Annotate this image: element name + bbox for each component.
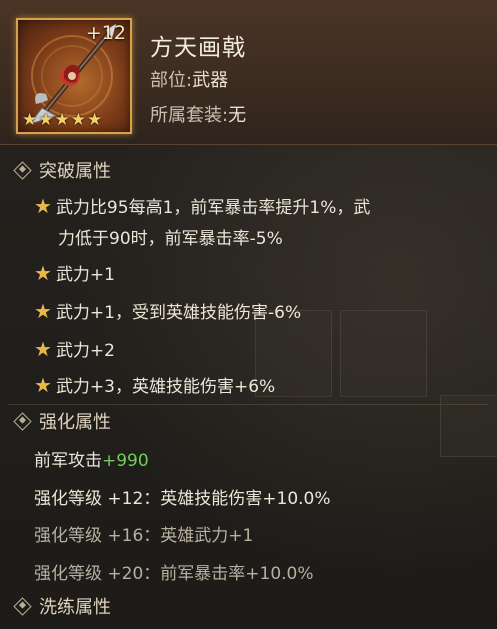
breakthrough-text: 武力+1 bbox=[55, 265, 115, 285]
diamond-icon bbox=[13, 596, 32, 616]
diamond-icon bbox=[13, 160, 32, 180]
star-icon: ★ bbox=[70, 110, 86, 130]
set-row: 所属套装:无 bbox=[150, 101, 246, 127]
breakthrough-line: ★ 武力+1 bbox=[34, 260, 115, 285]
breakthrough-text: 武力+2 bbox=[55, 341, 115, 361]
star-icon: ★ bbox=[87, 110, 103, 130]
star-bullet-icon: ★ bbox=[34, 261, 52, 285]
breakthrough-line: ★ 武力+1，受到英雄技能伤害-6% bbox=[34, 298, 301, 323]
enhance-level-line-locked: 强化等级 +20：前军暴击率+10.0% bbox=[34, 559, 314, 584]
star-bullet-icon: ★ bbox=[34, 299, 52, 323]
enhance-section-header: 强化属性 bbox=[10, 408, 111, 434]
breakthrough-text: 武力+3，英雄技能伤害+6% bbox=[55, 377, 276, 397]
breakthrough-title: 突破属性 bbox=[39, 161, 111, 182]
breakthrough-line: ★ 武力比95每高1，前军暴击率提升1%，武 bbox=[34, 193, 370, 218]
breakthrough-text: 力低于90时，前军暴击率-5% bbox=[58, 229, 283, 249]
slot-row: 部位:武器 bbox=[150, 66, 228, 92]
slot-label: 部位: bbox=[150, 70, 193, 91]
slot-value: 武器 bbox=[192, 70, 229, 91]
star-icon: ★ bbox=[22, 110, 38, 130]
set-value: 无 bbox=[228, 105, 247, 126]
set-label: 所属套装: bbox=[150, 105, 229, 126]
diamond-icon bbox=[13, 411, 32, 431]
star-bullet-icon: ★ bbox=[34, 373, 52, 397]
item-tooltip-panel: +12 ★ ★ ★ ★ ★ 方天画戟 部位:武器 所属套装:无 突破属性 ★ 武力… bbox=[0, 0, 497, 629]
enhance-title: 强化属性 bbox=[39, 412, 111, 433]
breakthrough-line: ★ 武力+3，英雄技能伤害+6% bbox=[34, 372, 275, 397]
front-attack-label: 前军攻击 bbox=[34, 451, 102, 471]
refine-title: 洗练属性 bbox=[39, 597, 111, 618]
breakthrough-line: ★ 武力+2 bbox=[34, 336, 115, 361]
breakthrough-line-continued: 力低于90时，前军暴击率-5% bbox=[58, 224, 283, 249]
breakthrough-text: 武力+1，受到英雄技能伤害-6% bbox=[55, 303, 302, 323]
item-header: +12 ★ ★ ★ ★ ★ 方天画戟 部位:武器 所属套装:无 bbox=[0, 0, 497, 145]
star-bullet-icon: ★ bbox=[34, 337, 52, 361]
star-icon: ★ bbox=[38, 110, 54, 130]
enhance-level-text: 强化等级 +16：英雄武力+1 bbox=[34, 526, 254, 546]
enhance-level-line: 强化等级 +12：英雄技能伤害+10.0% bbox=[34, 484, 331, 509]
breakthrough-section-header: 突破属性 bbox=[10, 157, 111, 183]
item-icon-frame[interactable]: +12 ★ ★ ★ ★ ★ bbox=[16, 18, 132, 134]
background-card bbox=[340, 310, 427, 397]
enhance-level-text: 强化等级 +12：英雄技能伤害+10.0% bbox=[34, 489, 331, 509]
upgrade-level-badge: +12 bbox=[85, 22, 126, 44]
rarity-stars: ★ ★ ★ ★ ★ bbox=[22, 112, 102, 129]
front-attack-line: 前军攻击+990 bbox=[34, 446, 149, 471]
enhance-level-text: 强化等级 +20：前军暴击率+10.0% bbox=[34, 564, 314, 584]
breakthrough-text: 武力比95每高1，前军暴击率提升1%，武 bbox=[55, 198, 371, 218]
star-bullet-icon: ★ bbox=[34, 194, 52, 218]
front-attack-value: +990 bbox=[102, 451, 149, 471]
refine-section-header: 洗练属性 bbox=[10, 593, 111, 619]
item-name: 方天画戟 bbox=[150, 35, 246, 61]
enhance-level-line-locked: 强化等级 +16：英雄武力+1 bbox=[34, 521, 253, 546]
section-divider bbox=[8, 404, 488, 405]
star-icon: ★ bbox=[54, 110, 70, 130]
